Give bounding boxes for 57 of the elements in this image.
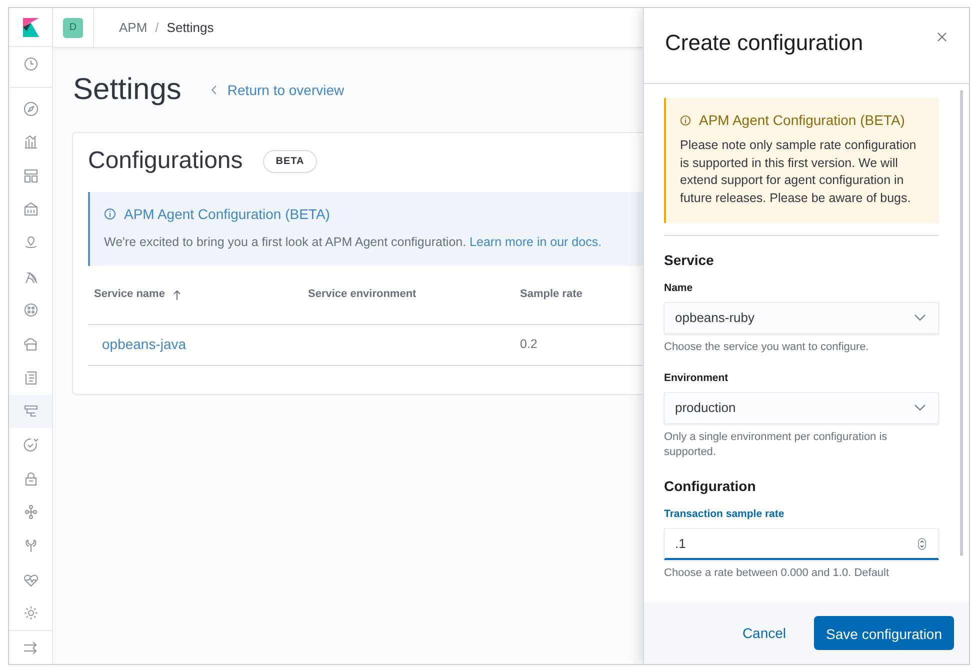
building-icon — [22, 201, 38, 218]
close-button[interactable] — [937, 32, 949, 44]
page-title: Settings — [73, 72, 182, 108]
space-avatar[interactable]: D — [63, 18, 83, 38]
dashboard-icon — [22, 168, 38, 184]
select-field[interactable]: opbeans-ruby — [664, 302, 939, 334]
breadcrumb[interactable]: Settings — [166, 18, 214, 38]
form-section-title: Service — [664, 252, 715, 269]
callout-text: Please note only sample rate configuration is supported in this first version. We will extend support for agent configuration in future releases. Please be aware of bugs. — [680, 137, 918, 207]
chart-icon — [22, 134, 38, 150]
help-text: Only a single environment per configuration is supported. — [664, 430, 888, 460]
collapse-icon — [22, 642, 38, 654]
beta-badge: BETA — [262, 150, 318, 173]
select-field[interactable]: production — [664, 392, 939, 424]
lock-icon — [22, 470, 38, 487]
cloud-icon — [22, 336, 38, 352]
chevron-down-icon — [914, 404, 926, 412]
stepper-icon — [918, 538, 926, 550]
heartbeat-icon — [22, 572, 38, 588]
back-link[interactable]: Return to overview — [211, 80, 344, 100]
scrollbar[interactable] — [960, 90, 963, 556]
graph-icon — [22, 504, 38, 520]
table-cell-text: 0.2 — [520, 336, 538, 354]
flyout-title: Create configuration — [665, 30, 864, 56]
number-field[interactable]: .1 — [664, 528, 939, 560]
field-label: Name — [664, 280, 694, 296]
uptime-icon — [22, 437, 38, 454]
callout-title: APM Agent Configuration (BETA) — [699, 111, 905, 130]
field-label: Environment — [664, 370, 730, 386]
chevron-left-icon — [211, 85, 218, 95]
info-icon — [104, 208, 116, 220]
column-header[interactable]: Service name — [94, 286, 165, 303]
help-text: Choose the service you want to configure. — [664, 340, 870, 355]
cancel-button[interactable]: Cancel — [726, 614, 802, 652]
sort-up-icon — [172, 290, 181, 300]
logo-icon — [22, 18, 38, 37]
chevron-down-icon — [914, 314, 926, 322]
wrench-icon — [22, 538, 38, 554]
clock-icon — [22, 56, 38, 72]
callout-title: APM Agent Configuration (BETA) — [124, 204, 330, 224]
service-link[interactable]: opbeans-java — [102, 334, 520, 356]
nav-item[interactable] — [9, 394, 52, 428]
breadcrumb[interactable]: APM — [119, 18, 148, 38]
close-icon — [937, 32, 947, 42]
field-label: Transaction sample rate — [664, 507, 786, 522]
cluster-icon — [22, 302, 38, 318]
form-section-title: Configuration — [664, 478, 757, 496]
breadcrumb-separator: / — [155, 18, 159, 37]
help-text: Choose a rate between 0.000 and 1.0. Default — [664, 566, 890, 582]
document-icon — [22, 370, 38, 386]
docs-link[interactable]: Learn more in our docs. — [470, 234, 602, 249]
section-title: Configurations — [88, 147, 243, 176]
info-icon — [680, 115, 691, 126]
save-button[interactable]: Save configuration — [814, 616, 954, 650]
column-header[interactable]: Sample rate — [520, 286, 582, 303]
column-header[interactable]: Service environment — [308, 286, 416, 303]
compass-icon — [22, 100, 38, 116]
